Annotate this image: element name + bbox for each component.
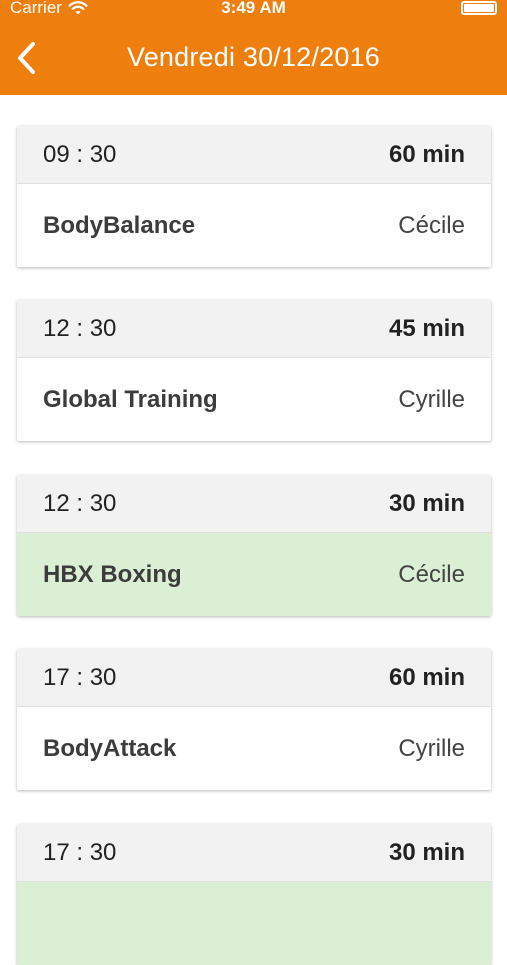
session-body	[17, 882, 491, 965]
session-time: 17 : 30	[43, 663, 117, 691]
status-bar: Carrier 3:49 AM	[0, 0, 507, 20]
app-header: Carrier 3:49 AM Vendredi 30/12/2016	[0, 0, 507, 95]
session-coach: Cyrille	[398, 734, 465, 762]
session-duration: 60 min	[388, 140, 465, 168]
battery-icon	[461, 1, 497, 15]
session-time: 17 : 30	[43, 838, 117, 866]
status-time: 3:49 AM	[221, 0, 286, 17]
session-header: 12 : 30 45 min	[17, 300, 491, 358]
session-card-booked[interactable]: 17 : 30 30 min	[17, 824, 491, 965]
session-header: 17 : 30 30 min	[17, 824, 491, 882]
navigation-bar: Vendredi 30/12/2016	[0, 20, 507, 95]
session-body: BodyBalance Cécile	[17, 184, 491, 267]
session-card[interactable]: 09 : 30 60 min BodyBalance Cécile	[17, 126, 491, 267]
session-name: BodyAttack	[43, 734, 177, 762]
session-card[interactable]: 17 : 30 60 min BodyAttack Cyrille	[17, 649, 491, 790]
session-duration: 30 min	[388, 838, 465, 866]
session-time: 12 : 30	[43, 489, 117, 517]
session-header: 17 : 30 60 min	[17, 649, 491, 707]
session-header: 09 : 30 60 min	[17, 126, 491, 184]
session-name: HBX Boxing	[43, 560, 182, 588]
session-card[interactable]: 12 : 30 45 min Global Training Cyrille	[17, 300, 491, 441]
session-coach: Cécile	[398, 211, 465, 239]
session-duration: 45 min	[388, 314, 465, 342]
session-header: 12 : 30 30 min	[17, 475, 491, 533]
session-name: BodyBalance	[43, 211, 196, 239]
session-name: Global Training	[43, 385, 218, 413]
session-body: HBX Boxing Cécile	[17, 533, 491, 616]
session-time: 12 : 30	[43, 314, 117, 342]
session-body: Global Training Cyrille	[17, 358, 491, 441]
session-body: BodyAttack Cyrille	[17, 707, 491, 790]
session-time: 09 : 30	[43, 140, 117, 168]
session-duration: 60 min	[388, 663, 465, 691]
session-coach: Cyrille	[398, 385, 465, 413]
session-card-booked[interactable]: 12 : 30 30 min HBX Boxing Cécile	[17, 475, 491, 616]
session-duration: 30 min	[388, 489, 465, 517]
session-coach: Cécile	[398, 560, 465, 588]
page-title: Vendredi 30/12/2016	[126, 42, 381, 72]
